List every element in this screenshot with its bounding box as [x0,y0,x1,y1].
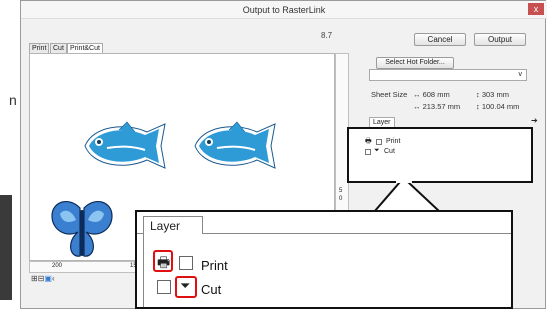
zoom-layer-list [143,233,506,307]
cancel-button[interactable]: Cancel [414,33,466,46]
zoom-layer-tab: Layer [143,216,203,234]
layer-cut-label: Cut [384,148,395,155]
tab-print-and-cut[interactable]: Print&Cut [67,43,103,53]
fish-artwork [84,121,166,169]
layer-tab[interactable]: Layer [369,117,395,127]
title-bar: Output to RasterLink x [21,1,547,19]
cut-checkbox[interactable] [365,149,371,155]
edge-text: n [9,92,17,108]
print-checkbox[interactable] [376,139,382,145]
sheet-height-value: 303 mm [481,90,509,99]
view-toolbar: ⊞⊟▣‹ [31,274,55,283]
select-hot-folder-button[interactable]: Select Hot Folder... [376,57,454,69]
tab-cut[interactable]: Cut [50,43,67,53]
content-width: ↔ 213.57 mm [413,102,461,111]
zoom-callout: Layer 🖶 Print ⏷ Cut [135,210,513,309]
zoom-cut-label: Cut [201,282,222,297]
printer-icon[interactable]: 🖶 [157,252,170,276]
background-dark-strip [0,195,12,300]
image-icon[interactable]: ▣ [44,274,52,283]
sheet-size-label: Sheet Size [371,90,408,99]
sheet-height: ↕ 303 mm [476,90,509,99]
chevron-down-icon: v [518,71,523,78]
content-height-value: 100.04 mm [481,102,520,111]
sheet-width: ↔ 608 mm [413,90,450,99]
chevron-left-icon[interactable]: ‹ [52,274,55,283]
butterfly-artwork [51,200,113,257]
hot-folder-dropdown[interactable]: v [369,69,527,81]
layer-panel: 🖶 Print ⏷ Cut [347,127,533,183]
cut-icon[interactable]: ⏷ [374,147,380,155]
sheet-width-value: 608 mm [422,90,450,99]
cut-icon[interactable]: ⏷ [180,278,190,294]
ruler-tick: 5 [339,188,343,194]
ruler-tick: 200 [52,263,63,269]
grid-icon[interactable]: ⊞ [31,274,38,283]
cut-checkbox[interactable] [157,280,171,294]
close-button[interactable]: x [528,3,544,15]
content-width-value: 213.57 mm [422,102,461,111]
ruler-tick: 0 [339,196,343,202]
expand-arrow-icon[interactable]: ➔ [531,116,538,125]
zoom-print-label: Print [201,258,228,273]
version-label: 8.7 [321,31,333,40]
tab-print[interactable]: Print [29,43,50,53]
content-height: ↕ 100.04 mm [476,102,520,111]
output-button[interactable]: Output [474,33,526,46]
printer-icon[interactable]: 🖶 [365,137,372,148]
window-title: Output to RasterLink [242,5,326,15]
callout-connector [372,180,442,212]
print-checkbox[interactable] [179,256,193,270]
layer-print-label: Print [386,138,401,145]
fish-artwork [194,121,276,169]
